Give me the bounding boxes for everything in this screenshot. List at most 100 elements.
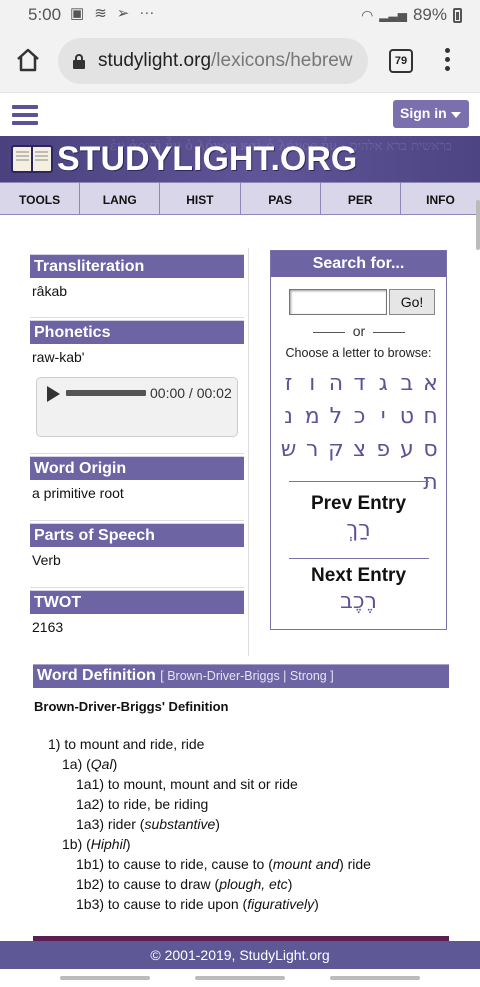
- search-title: Search for...: [271, 251, 446, 277]
- more-icon: ···: [139, 4, 155, 21]
- definition-line: 1b3) to cause to ride upon (figuratively…: [76, 896, 319, 912]
- twot-field: TWOT 2163: [30, 590, 244, 635]
- hamburger-menu-icon[interactable]: [12, 105, 38, 125]
- copyright-footer: © 2001-2019, StudyLight.org: [0, 941, 480, 969]
- overflow-menu-icon[interactable]: [440, 48, 454, 72]
- letter-link[interactable]: ב: [395, 367, 418, 400]
- letter-link[interactable]: י: [372, 400, 395, 433]
- audio-time: 00:00 / 00:02: [150, 385, 232, 401]
- letter-link[interactable]: ו: [301, 367, 324, 400]
- definition-source-links[interactable]: [ Brown-Driver-Briggs | Strong ]: [160, 669, 333, 683]
- signal-icon: ▂▃▅: [379, 8, 407, 22]
- bdb-definition-title: Brown-Driver-Briggs' Definition: [34, 699, 229, 714]
- phonetics-label: Phonetics: [30, 320, 244, 344]
- phonetics-field: Phonetics raw-kab': [30, 320, 244, 365]
- divider: [30, 317, 244, 318]
- browser-toolbar: studylight.org/lexicons/hebrew 79: [0, 30, 480, 92]
- nav-hist[interactable]: HIST: [160, 183, 241, 214]
- word-origin-value: a primitive root: [32, 485, 124, 501]
- home-icon[interactable]: [14, 46, 42, 74]
- site-header: Sign in: [0, 92, 480, 136]
- divider: [289, 558, 429, 559]
- play-icon[interactable]: [47, 386, 60, 402]
- tab-switcher-button[interactable]: 79: [389, 49, 413, 73]
- word-origin-field: Word Origin a primitive root: [30, 456, 244, 501]
- letter-link[interactable]: ס: [419, 433, 442, 466]
- definition-line: 1a) (Qal): [62, 756, 118, 772]
- or-separator: or: [313, 323, 405, 339]
- scrollbar[interactable]: [476, 200, 480, 250]
- gesture-handle[interactable]: [60, 976, 150, 980]
- letter-link[interactable]: ה: [324, 367, 347, 400]
- site-banner: ἐν ἀρχῇ ἦν ὁ λόγος καὶ ὁ λόγος ἦν · בראש…: [0, 136, 480, 182]
- audio-progress-bar[interactable]: [66, 390, 146, 396]
- lexicon-info: Transliteration râkab Phonetics raw-kab'…: [30, 248, 249, 656]
- gesture-handle[interactable]: [330, 976, 420, 980]
- definition-line: 1a1) to mount, mount and sit or ride: [76, 776, 298, 792]
- nav-per[interactable]: PER: [321, 183, 401, 214]
- letter-link[interactable]: ק: [324, 433, 347, 466]
- nav-lang[interactable]: LANG: [80, 183, 161, 214]
- address-bar[interactable]: studylight.org/lexicons/hebrew: [58, 38, 368, 84]
- battery-percent: 89%: [412, 5, 447, 24]
- lock-icon: [73, 54, 85, 69]
- nav-pas[interactable]: PAS: [241, 183, 321, 214]
- url-domain: studylight.org: [98, 50, 212, 71]
- book-logo-icon[interactable]: [10, 142, 54, 176]
- parts-of-speech-value: Verb: [32, 552, 61, 568]
- status-bar: 5:00 ▣ ≋ ➢ ··· ◠ ▂▃▅ 89%: [0, 0, 480, 30]
- divider: [30, 587, 244, 588]
- definition-line: 1b2) to cause to draw (plough, etc): [76, 876, 293, 892]
- twot-label: TWOT: [30, 590, 244, 614]
- letter-link[interactable]: ג: [372, 367, 395, 400]
- definition-line: 1) to mount and ride, ride: [48, 736, 205, 752]
- divider: [30, 453, 244, 454]
- letter-link[interactable]: נ: [277, 400, 300, 433]
- next-entry-label: Next Entry: [310, 565, 407, 586]
- prev-entry-link[interactable]: רַךְ: [271, 517, 446, 542]
- url-path: /lexicons/hebrew: [211, 50, 353, 71]
- sign-in-button[interactable]: Sign in: [393, 100, 469, 128]
- send-icon: ➢: [116, 5, 130, 22]
- prev-entry-label: Prev Entry: [310, 493, 407, 514]
- definition-line: 1a3) rider (substantive): [76, 816, 220, 832]
- definition-line: 1b) (Hiphil): [62, 836, 131, 852]
- nav-info[interactable]: INFO: [401, 183, 480, 214]
- letter-link[interactable]: צ: [348, 433, 371, 466]
- definition-line: 1b1) to cause to ride, cause to (mount a…: [76, 856, 371, 872]
- image-icon: ▣: [70, 5, 85, 22]
- letter-link[interactable]: ר: [301, 433, 324, 466]
- letter-link[interactable]: ל: [324, 400, 347, 433]
- hebrew-word-fragment: ְ ַ: [30, 212, 36, 226]
- letter-link[interactable]: ז: [277, 367, 300, 400]
- letter-link[interactable]: ש: [277, 433, 300, 466]
- phonetics-value: raw-kab': [32, 349, 85, 365]
- letter-link[interactable]: ד: [348, 367, 371, 400]
- word-definition-title: Word Definition: [37, 667, 156, 684]
- letter-link[interactable]: א: [419, 367, 442, 400]
- caret-down-icon: [451, 112, 461, 118]
- twot-value: 2163: [32, 619, 64, 635]
- definition-line: 1a2) to ride, be riding: [76, 796, 209, 812]
- letter-link[interactable]: מ: [301, 400, 324, 433]
- status-time: 5:00: [28, 5, 62, 24]
- nav-tools[interactable]: TOOLS: [0, 183, 81, 214]
- wifi-icon: ◠: [361, 6, 374, 23]
- next-entry-link[interactable]: רֶכֶב: [271, 589, 446, 614]
- hebrew-letter-index: א ב ג ד ה ו ז ח ט י כ ל מ נ ס ע פ צ ק ר …: [277, 367, 442, 499]
- divider: [289, 481, 429, 482]
- gesture-handle[interactable]: [195, 976, 285, 980]
- letter-link[interactable]: ח: [419, 400, 442, 433]
- main-nav: TOOLS LANG HIST PAS PER INFO: [0, 182, 480, 215]
- letter-link[interactable]: כ: [348, 400, 371, 433]
- letter-link[interactable]: ע: [395, 433, 418, 466]
- letter-link[interactable]: פ: [372, 433, 395, 466]
- choose-letter-label: Choose a letter to browse:: [285, 346, 432, 360]
- audio-player: 00:00 / 00:02: [36, 377, 238, 437]
- search-input[interactable]: [289, 289, 387, 315]
- search-panel: Search for... Go! or Choose a letter to …: [270, 250, 447, 630]
- go-button[interactable]: Go!: [389, 289, 435, 315]
- letter-link[interactable]: ט: [395, 400, 418, 433]
- battery-icon: [453, 7, 462, 23]
- site-logo[interactable]: STUDYLIGHT.ORG: [57, 140, 357, 179]
